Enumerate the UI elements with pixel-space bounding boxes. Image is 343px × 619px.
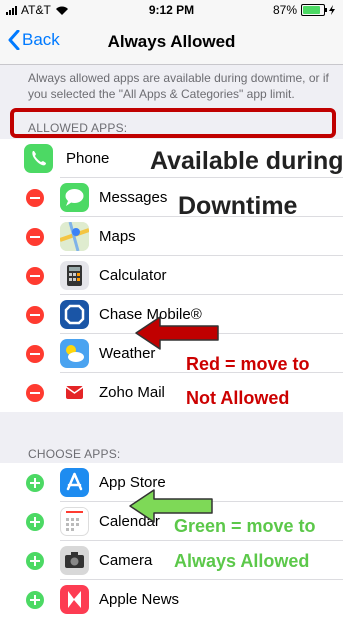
- add-button[interactable]: [26, 552, 44, 570]
- battery-icon: [301, 4, 327, 16]
- calendar-icon: [60, 507, 89, 536]
- description-text: Always allowed apps are available during…: [28, 71, 329, 101]
- add-button[interactable]: [26, 474, 44, 492]
- app-name: Phone: [66, 150, 110, 167]
- app-name: Maps: [99, 228, 136, 245]
- annotation-available-line1: Available during: [150, 147, 343, 175]
- app-name: Apple News: [99, 591, 180, 608]
- app-name: Messages: [99, 189, 168, 206]
- app-row-maps: Maps: [0, 217, 343, 256]
- app-row-zoho-mail: Zoho Mail: [0, 373, 343, 412]
- remove-button[interactable]: [26, 228, 44, 246]
- remove-button[interactable]: [26, 306, 44, 324]
- app-store-icon: [60, 468, 89, 497]
- choose-apps-header: CHOOSE APPS:: [28, 447, 121, 461]
- status-bar: AT&T 9:12 PM 87%: [0, 0, 343, 20]
- camera-icon: [60, 546, 89, 575]
- annotation-red-line2: Not Allowed: [186, 388, 290, 408]
- news-icon: [60, 585, 89, 614]
- charging-icon: [329, 5, 335, 15]
- maps-icon: [60, 222, 89, 251]
- battery-group: 87%: [273, 3, 335, 17]
- remove-button[interactable]: [26, 189, 44, 207]
- app-name: Calculator: [99, 267, 167, 284]
- annotation-green-line1: Green = move to: [174, 516, 316, 536]
- add-button[interactable]: [26, 591, 44, 609]
- weather-icon: [60, 339, 89, 368]
- app-row-calculator: Calculator: [0, 256, 343, 295]
- battery-percent: 87%: [272, 3, 297, 17]
- red-arrow-icon: [135, 316, 219, 350]
- add-button[interactable]: [26, 513, 44, 531]
- choose-apps-list: App Store Calendar Camera Apple News: [0, 463, 343, 619]
- zoho-mail-icon: [60, 378, 89, 407]
- allowed-apps-highlight-box: [10, 108, 336, 138]
- app-name: Camera: [99, 552, 153, 569]
- chase-icon: [60, 300, 89, 329]
- calculator-icon: [60, 261, 89, 290]
- navigation-bar: Back Always Allowed: [0, 20, 343, 65]
- app-name: Zoho Mail: [99, 384, 165, 401]
- annotation-available-line2: Downtime: [178, 192, 298, 220]
- annotation-green-line2: Always Allowed: [174, 551, 310, 571]
- phone-icon: [24, 144, 53, 173]
- annotation-red-line1: Red = move to: [186, 354, 310, 374]
- remove-button[interactable]: [26, 384, 44, 402]
- messages-icon: [60, 183, 89, 212]
- remove-button[interactable]: [26, 345, 44, 363]
- page-title: Always Allowed: [107, 32, 236, 51]
- remove-button[interactable]: [26, 267, 44, 285]
- app-row-apple-news: Apple News: [0, 580, 343, 619]
